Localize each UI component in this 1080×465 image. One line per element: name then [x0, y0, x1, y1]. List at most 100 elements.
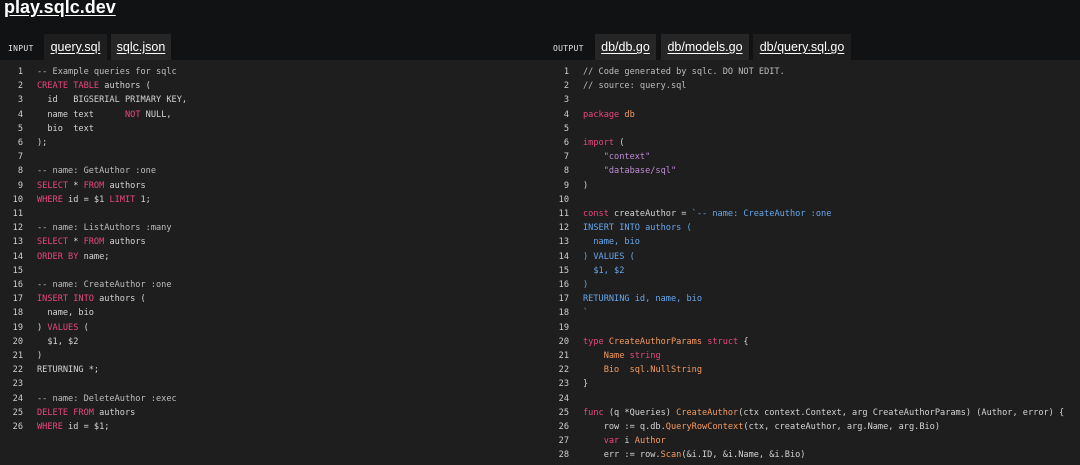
output-code-line: 16)	[547, 278, 1080, 292]
line-number: 24	[12, 393, 23, 404]
output-code-line: 27 var i Author	[547, 434, 1080, 448]
input-code-line: 26 WHERE id = $1;	[0, 420, 547, 434]
line-text: -- name: DeleteAuthor :exec	[37, 392, 177, 406]
line-text: ) VALUES (	[583, 250, 635, 264]
input-code-editor[interactable]: 1 -- Example queries for sqlc 2 CREATE TABL…	[0, 60, 547, 465]
line-text: "context"	[583, 150, 651, 164]
tab-query-sql-go[interactable]: db/query.sql.go	[753, 34, 851, 60]
line-text: )	[37, 349, 42, 363]
code-token: // Code generated by sqlc. DO NOT EDIT.	[583, 67, 785, 77]
tab-sqlc-json[interactable]: sqlc.json	[111, 34, 171, 60]
code-token: )	[37, 322, 48, 333]
input-code-line: 10 WHERE id = $1 LIMIT 1;	[0, 193, 547, 207]
input-code-line: 17 INSERT INTO authors (	[0, 292, 547, 306]
input-pane-label: INPUT	[8, 44, 34, 53]
output-code-line: 2 // source: query.sql	[547, 79, 1080, 93]
line-number: 23	[558, 379, 569, 390]
line-number: 28	[558, 450, 569, 461]
input-code-line: 6);	[0, 136, 547, 150]
input-code-line: 12 -- name: ListAuthors :many	[0, 221, 547, 235]
code-token: -- name: CreateAuthor :one	[37, 280, 172, 290]
code-token: -- name: GetAuthor :one	[37, 166, 156, 177]
code-token: Author	[634, 436, 666, 447]
code-token: id = $1	[62, 194, 110, 205]
code-token: db	[619, 109, 635, 120]
output-code-line: 10	[547, 193, 1080, 207]
line-number: 12	[12, 223, 23, 234]
tab-models-go[interactable]: db/models.go	[661, 34, 749, 60]
output-code-line: 6 import (	[547, 136, 1080, 150]
output-code-line: 11 const createAuthor = `-- name: CreateA…	[547, 207, 1080, 221]
line-number: 8	[563, 166, 569, 177]
code-token: id = $1;	[62, 422, 110, 432]
line-number: 24	[558, 393, 569, 404]
line-number: 19	[12, 322, 23, 333]
input-code-line: 21)	[0, 349, 547, 363]
output-code-line: 4 package db	[547, 108, 1080, 122]
code-token: name, bio	[583, 237, 640, 248]
line-text: Name string	[583, 349, 661, 363]
line-text: ) VALUES (	[37, 321, 89, 335]
code-token: WHERE	[37, 194, 63, 205]
line-text: SELECT * FROM authors	[37, 235, 146, 249]
line-text: INSERT INTO authors (	[37, 292, 146, 306]
line-text: type CreateAuthorParams struct {	[583, 335, 749, 349]
top-bar: play.sqlc.dev	[0, 0, 1080, 34]
line-number: 20	[12, 336, 23, 347]
code-token: SELECT	[37, 180, 69, 191]
code-token: WHERE	[37, 422, 63, 432]
line-number: 20	[558, 336, 569, 347]
input-code-line: 20 $1, $2	[0, 335, 547, 349]
input-code-line: 2 CREATE TABLE authors (	[0, 79, 547, 93]
line-number: 1	[17, 67, 23, 77]
code-token: ) VALUES (	[583, 251, 635, 262]
line-text: -- name: CreateAuthor :one	[37, 278, 172, 292]
line-text: bio text	[37, 122, 94, 136]
line-text: $1, $2	[583, 264, 624, 278]
tab-db-go[interactable]: db/db.go	[595, 34, 656, 60]
line-number: 23	[12, 379, 23, 390]
line-number: 9	[563, 180, 569, 191]
input-code-line: 3 id BIGSERIAL PRIMARY KEY,	[0, 93, 547, 107]
line-number: 15	[558, 265, 569, 276]
input-code-line: 11	[0, 207, 547, 221]
line-number: 10	[558, 194, 569, 205]
code-token: (	[614, 138, 625, 148]
code-token: CreateAuthor	[676, 407, 739, 418]
input-code-line: 18 name, bio	[0, 306, 547, 320]
line-text: err := row.Scan(&i.ID, &i.Name, &i.Bio)	[583, 448, 806, 462]
line-number: 8	[17, 166, 23, 177]
line-text: import (	[583, 136, 624, 150]
output-tab-bar: OUTPUT db/db.go db/models.go db/query.sq…	[547, 34, 1080, 60]
line-text: RETURNING *;	[37, 363, 99, 377]
input-code-line: 24 -- name: DeleteAuthor :exec	[0, 392, 547, 406]
code-token: "database/sql"	[583, 166, 677, 177]
output-code-line: 24	[547, 392, 1080, 406]
line-text: RETURNING id, name, bio	[583, 292, 702, 306]
output-code-line: 21 Name string	[547, 349, 1080, 363]
output-code-viewer[interactable]: 1 // Code generated by sqlc. DO NOT EDIT.…	[547, 60, 1080, 465]
line-number: 9	[17, 180, 23, 191]
code-token: bio text	[37, 123, 94, 134]
output-code-line: 1 // Code generated by sqlc. DO NOT EDIT.	[547, 65, 1080, 79]
code-token: {	[738, 336, 749, 347]
code-token: )	[583, 280, 589, 290]
input-code-line: 5 bio text	[0, 122, 547, 136]
code-token: Bio	[583, 365, 630, 376]
code-token: package	[583, 109, 620, 120]
line-number: 21	[12, 351, 23, 361]
output-code-line: 15 $1, $2	[547, 264, 1080, 278]
code-token: (ctx context.Context, arg CreateAuthorPa…	[738, 407, 1065, 418]
code-token: i	[619, 436, 635, 447]
output-code-line: 12 INSERT INTO authors (	[547, 221, 1080, 235]
line-number: 13	[558, 237, 569, 248]
input-tab-bar: INPUT query.sql sqlc.json	[0, 34, 547, 60]
line-text: -- name: GetAuthor :one	[37, 164, 156, 178]
line-text: name text NOT NULL,	[37, 108, 171, 122]
line-number: 11	[558, 209, 569, 219]
code-token: DELETE FROM	[37, 407, 94, 418]
code-token: sql.NullString	[629, 365, 703, 376]
line-text: -- Example queries for sqlc	[37, 65, 177, 79]
tab-query-sql[interactable]: query.sql	[44, 34, 107, 60]
site-title-link[interactable]: play.sqlc.dev	[4, 0, 116, 18]
